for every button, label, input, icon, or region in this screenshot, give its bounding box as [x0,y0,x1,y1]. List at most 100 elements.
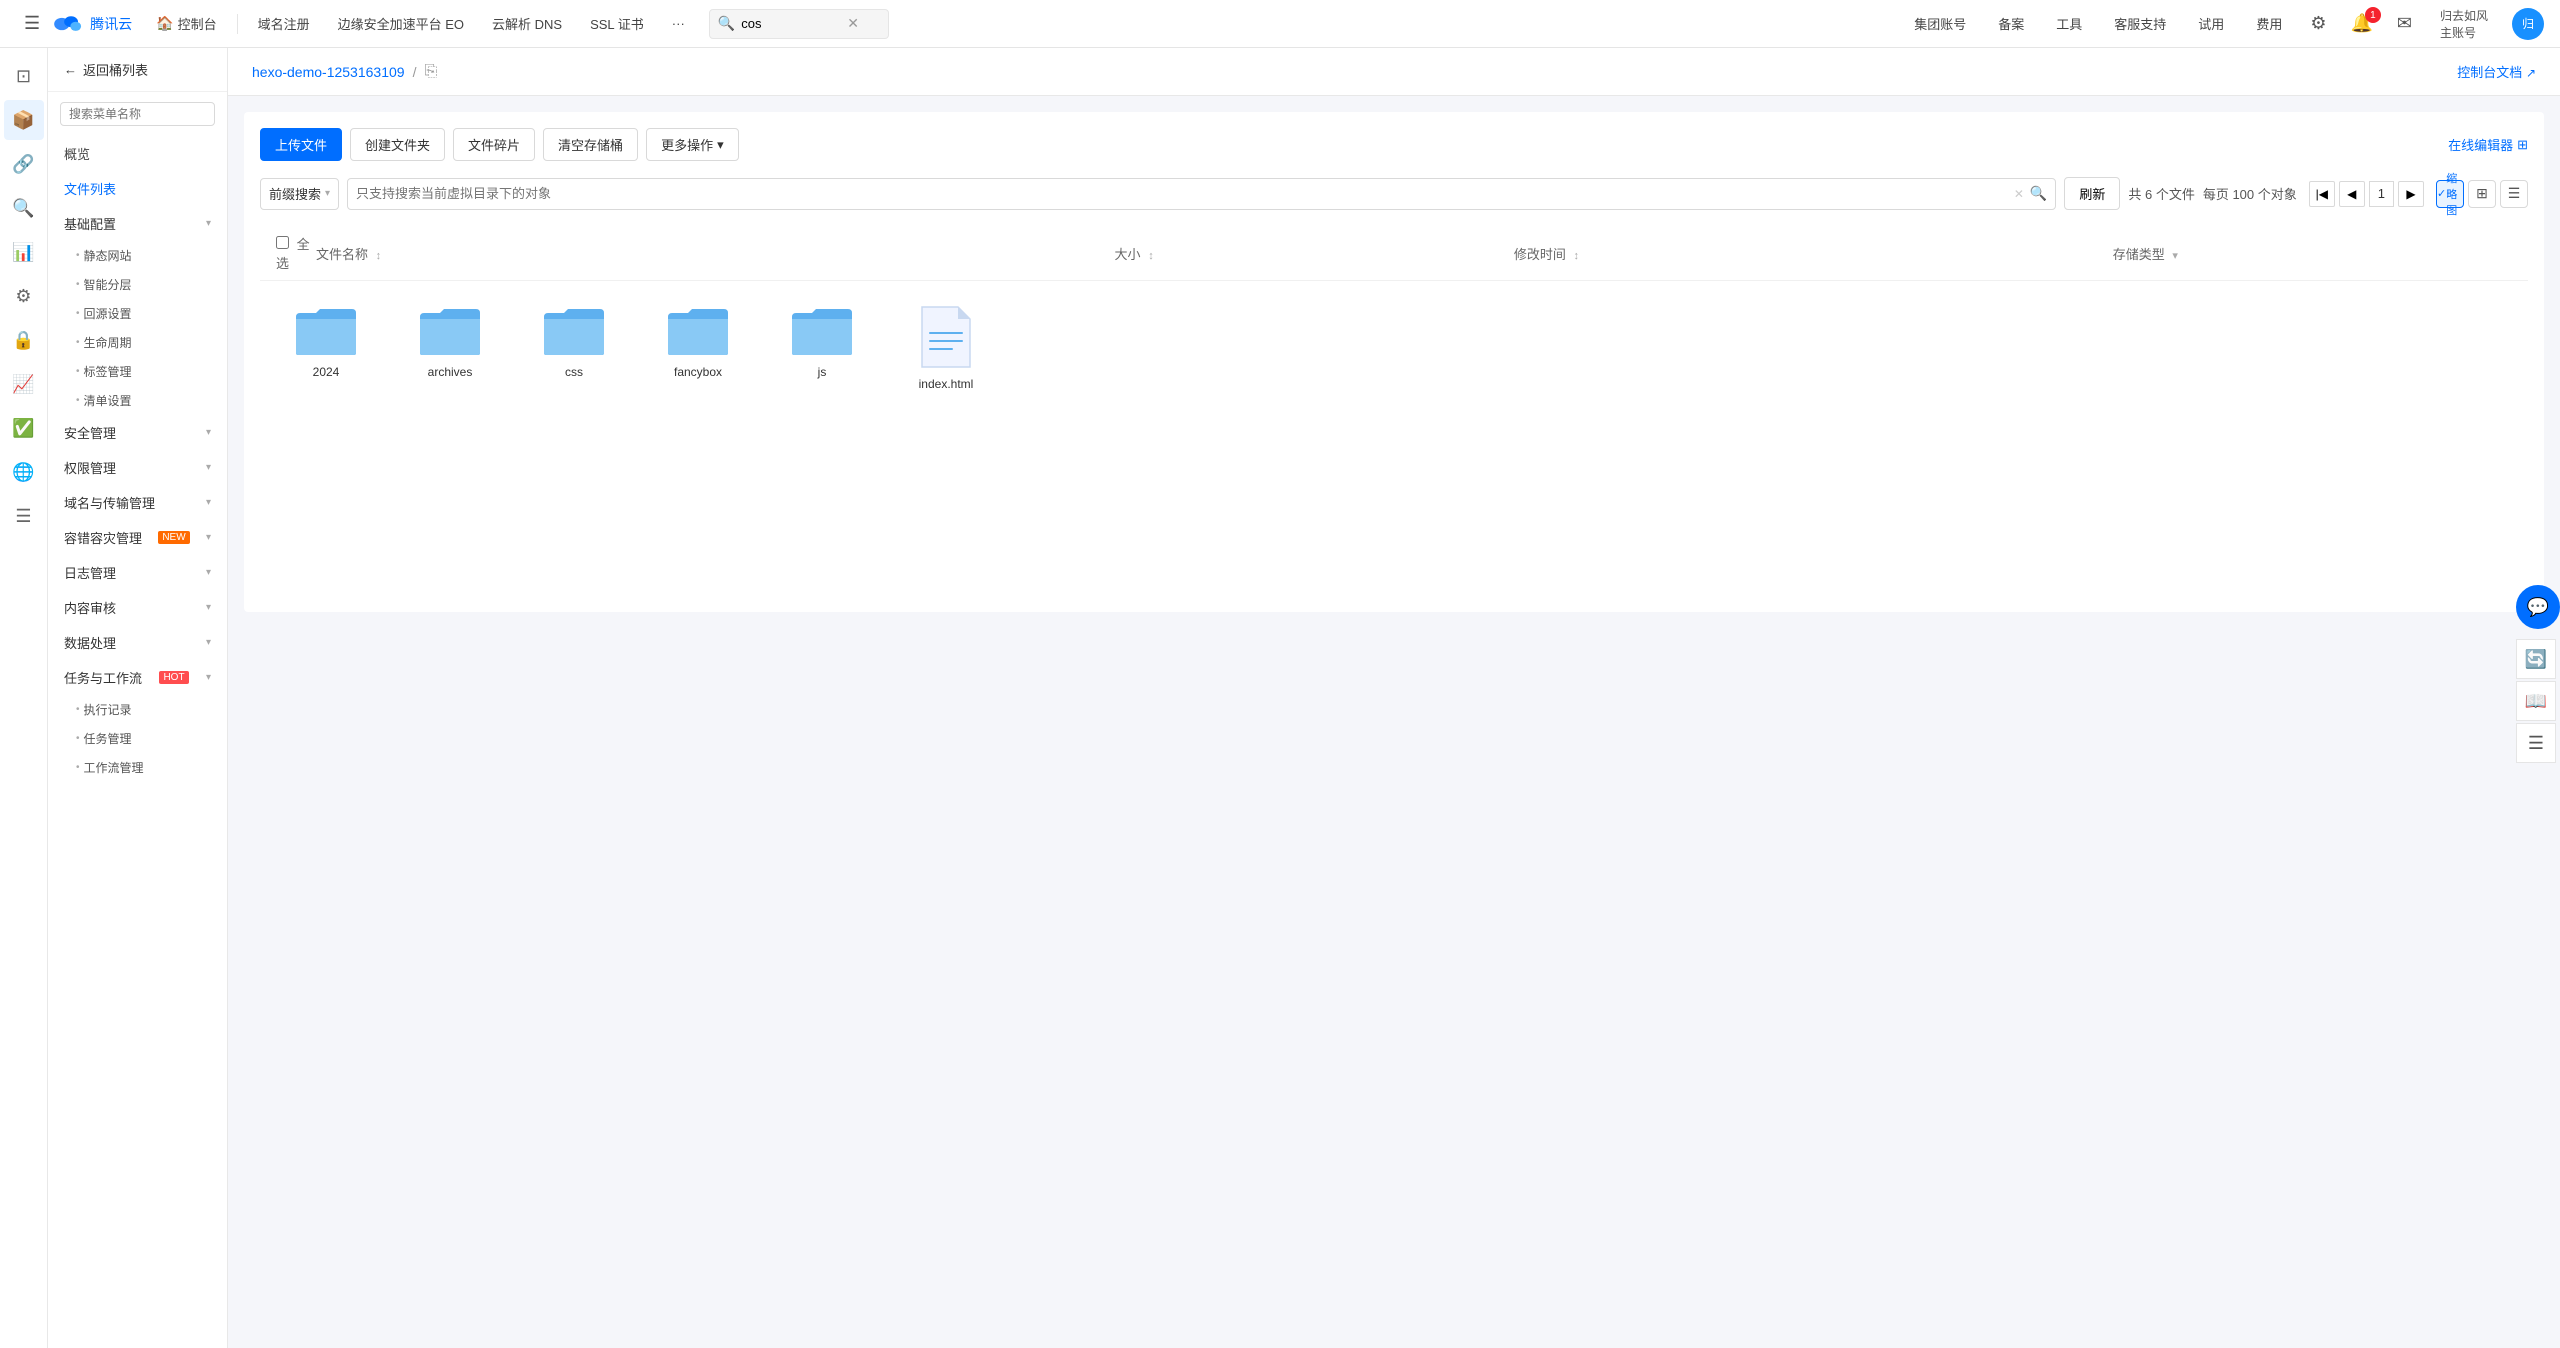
clear-bucket-button[interactable]: 清空存储桶 [543,128,638,161]
global-search-box[interactable]: 🔍 ✕ [709,9,889,39]
user-name-label[interactable]: 归去如风 主账号 [2432,0,2496,48]
sidebar-list-icon[interactable]: ☰ [4,496,44,536]
nav-home[interactable]: 🏠 控制台 [144,0,228,48]
sidebar-sub-origin[interactable]: 回源设置 [48,299,227,328]
notification-icon[interactable]: 🔔 1 [2346,9,2376,38]
sidebar-link-icon[interactable]: 🔗 [4,144,44,184]
sidebar-global-icon[interactable]: 🌐 [4,452,44,492]
nav-filing[interactable]: 备案 [1990,0,2032,48]
bucket-name-link[interactable]: hexo-demo-1253163109 [252,64,405,80]
sidebar-overview-icon[interactable]: ⊡ [4,56,44,96]
back-to-bucket-list[interactable]: ← 返回桶列表 [48,48,227,92]
list-item[interactable]: index.html [896,305,996,391]
user-avatar[interactable]: 归 [2512,8,2544,40]
sidebar-sub-static-web[interactable]: 静态网站 [48,241,227,270]
sidebar-group-basic-config[interactable]: 基础配置 ▾ [48,206,227,241]
nav-more[interactable]: ··· [660,0,697,48]
sidebar-sub-task[interactable]: 任务管理 [48,724,227,753]
float-list-button[interactable]: ☰ [2516,723,2556,763]
file-svg [918,305,974,369]
upload-file-button[interactable]: 上传文件 [260,128,342,161]
list-item[interactable]: 2024 [276,305,376,391]
sidebar-sub-inventory[interactable]: 清单设置 [48,386,227,415]
nav-domain[interactable]: 域名注册 [246,0,322,48]
breadcrumb-sep: / [413,64,417,80]
sidebar-task-icon[interactable]: ✅ [4,408,44,448]
sidebar-group-audit[interactable]: 内容审核 ▾ [48,590,227,625]
thumbnail-label: 缩略图 [2446,170,2463,218]
folder-icon-css [542,305,606,357]
storage-type-col-header: 存储类型 ▾ [2113,244,2512,263]
back-arrow-icon: ← [64,62,77,77]
search-submit-icon[interactable]: 🔍 [2030,185,2047,202]
folder-svg [294,305,358,357]
hot-badge: HOT [159,671,188,684]
file-fragments-button[interactable]: 文件碎片 [453,128,535,161]
sidebar-group-domain[interactable]: 域名与传输管理 ▾ [48,485,227,520]
sidebar-group-log[interactable]: 日志管理 ▾ [48,555,227,590]
sidebar-sub-tag[interactable]: 标签管理 [48,357,227,386]
prev-page-button[interactable]: ◀ [2339,181,2365,207]
create-folder-button[interactable]: 创建文件夹 [350,128,445,161]
clear-search-icon[interactable]: ✕ [2014,187,2024,201]
sidebar-group-permission[interactable]: 权限管理 ▾ [48,450,227,485]
thumbnail-view-button[interactable]: ✓ 缩略图 [2436,180,2464,208]
float-support-button[interactable]: 💬 [2516,585,2560,629]
back-label: 返回桶列表 [83,60,148,79]
nav-dns[interactable]: 云解析 DNS [480,0,574,48]
global-search-input[interactable] [741,16,841,31]
nav-trial[interactable]: 试用 [2190,0,2232,48]
sidebar-group-dr[interactable]: 容错容灾管理 NEW ▾ [48,520,227,555]
sidebar-search-input[interactable] [60,102,215,126]
sidebar-security-icon[interactable]: 🔒 [4,320,44,360]
sidebar-item-overview[interactable]: 概览 [48,136,227,171]
prefix-search-dropdown[interactable]: 前缀搜索 ▾ [260,178,339,210]
size-sort-icon[interactable]: ↕ [1148,250,1154,262]
copy-icon[interactable]: ⎘ [424,63,437,81]
help-icon[interactable]: ⚙ [2306,9,2330,38]
more-actions-button[interactable]: 更多操作 ▾ [646,128,739,161]
online-edit-link[interactable]: 在线编辑器 ⊞ [2448,135,2528,154]
sidebar-group-security[interactable]: 安全管理 ▾ [48,415,227,450]
sidebar-settings-icon[interactable]: ⚙ [4,276,44,316]
file-search-input[interactable] [356,186,2014,201]
nav-ssl[interactable]: SSL 证书 [578,0,656,48]
nav-tools[interactable]: 工具 [2048,0,2090,48]
float-book-button[interactable]: 📖 [2516,681,2556,721]
time-sort-icon[interactable]: ↕ [1573,250,1579,262]
sidebar-search-icon[interactable]: 🔍 [4,188,44,228]
file-count-label: 共 6 个文件 [2128,184,2194,203]
sidebar-monitor-icon[interactable]: 📈 [4,364,44,404]
file-name-index-html: index.html [919,377,974,391]
message-icon[interactable]: ✉ [2393,9,2416,38]
sidebar-sub-intelligent-tier[interactable]: 智能分层 [48,270,227,299]
grid-view-button[interactable]: ⊞ [2468,180,2496,208]
nav-billing[interactable]: 费用 [2248,0,2290,48]
list-item[interactable]: fancybox [648,305,748,391]
sidebar-sub-lifecycle[interactable]: 生命周期 [48,328,227,357]
sidebar-storage-icon[interactable]: 📦 [4,100,44,140]
list-item[interactable]: js [772,305,872,391]
nav-group-account[interactable]: 集团账号 [1906,0,1974,48]
nav-eo[interactable]: 边缘安全加速平台 EO [326,0,476,48]
sidebar-item-filelist[interactable]: 文件列表 [48,171,227,206]
sidebar-group-data[interactable]: 数据处理 ▾ [48,625,227,660]
nav-support[interactable]: 客服支持 [2106,0,2174,48]
list-item[interactable]: archives [400,305,500,391]
float-refresh-button[interactable]: 🔄 [2516,639,2556,679]
list-item[interactable]: css [524,305,624,391]
menu-icon[interactable]: ☰ [16,9,48,38]
list-view-button[interactable]: ☰ [2500,180,2528,208]
select-all-checkbox[interactable] [276,236,289,249]
search-clear-icon[interactable]: ✕ [847,15,859,32]
refresh-button[interactable]: 刷新 [2064,177,2120,210]
sidebar-data-icon[interactable]: 📊 [4,232,44,272]
prev-page-first-button[interactable]: |◀ [2309,181,2335,207]
next-page-button[interactable]: ▶ [2398,181,2424,207]
storage-filter-icon[interactable]: ▾ [2172,250,2178,262]
sidebar-group-workflow[interactable]: 任务与工作流 HOT ▾ [48,660,227,695]
sidebar-sub-workflow-mgmt[interactable]: 工作流管理 [48,753,227,782]
sidebar-sub-execution-log[interactable]: 执行记录 [48,695,227,724]
name-sort-icon[interactable]: ↕ [376,250,382,262]
doc-link[interactable]: 控制台文档 ↗ [2457,62,2536,81]
